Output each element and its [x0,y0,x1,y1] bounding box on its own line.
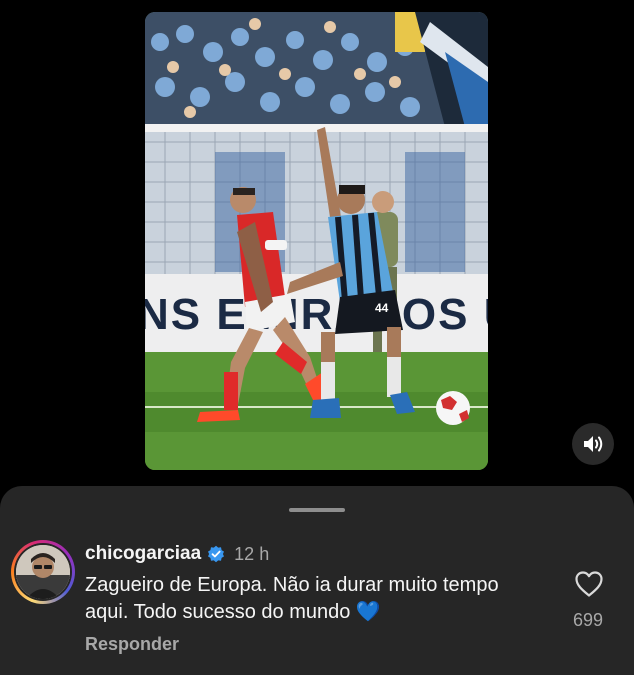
crowd [145,12,488,127]
sheet-grabber-handle[interactable] [289,508,345,512]
comments-sheet: chicogarciaa 12 h Zagueiro de Europa. Nã… [0,486,634,675]
comment-header: chicogarciaa 12 h [85,543,269,565]
verified-badge-icon [208,545,225,563]
football [436,391,470,425]
avatar-story-ring[interactable] [11,540,75,604]
reel-video[interactable]: NS EMIRADOS UNIDOS [145,12,488,470]
jersey-number: 44 [375,301,389,315]
avatar-image [16,545,70,599]
sound-toggle-button[interactable] [572,423,614,465]
speaker-icon [584,436,603,452]
avatar[interactable] [16,545,70,599]
comment-timestamp: 12 h [234,543,270,564]
heart-outline-icon[interactable] [574,570,604,598]
comment-text: Zagueiro de Europa. Não ia durar muito t… [85,574,499,623]
comment-username[interactable]: chicogarciaa [85,543,201,565]
like-count: 699 [572,610,604,630]
reply-button[interactable]: Responder [85,634,179,655]
ad-board-text: NS EMIRADOS UNIDOS [145,290,488,339]
video-frame-illustration: NS EMIRADOS UNIDOS [145,12,488,470]
screen: NS EMIRADOS UNIDOS [0,0,634,675]
